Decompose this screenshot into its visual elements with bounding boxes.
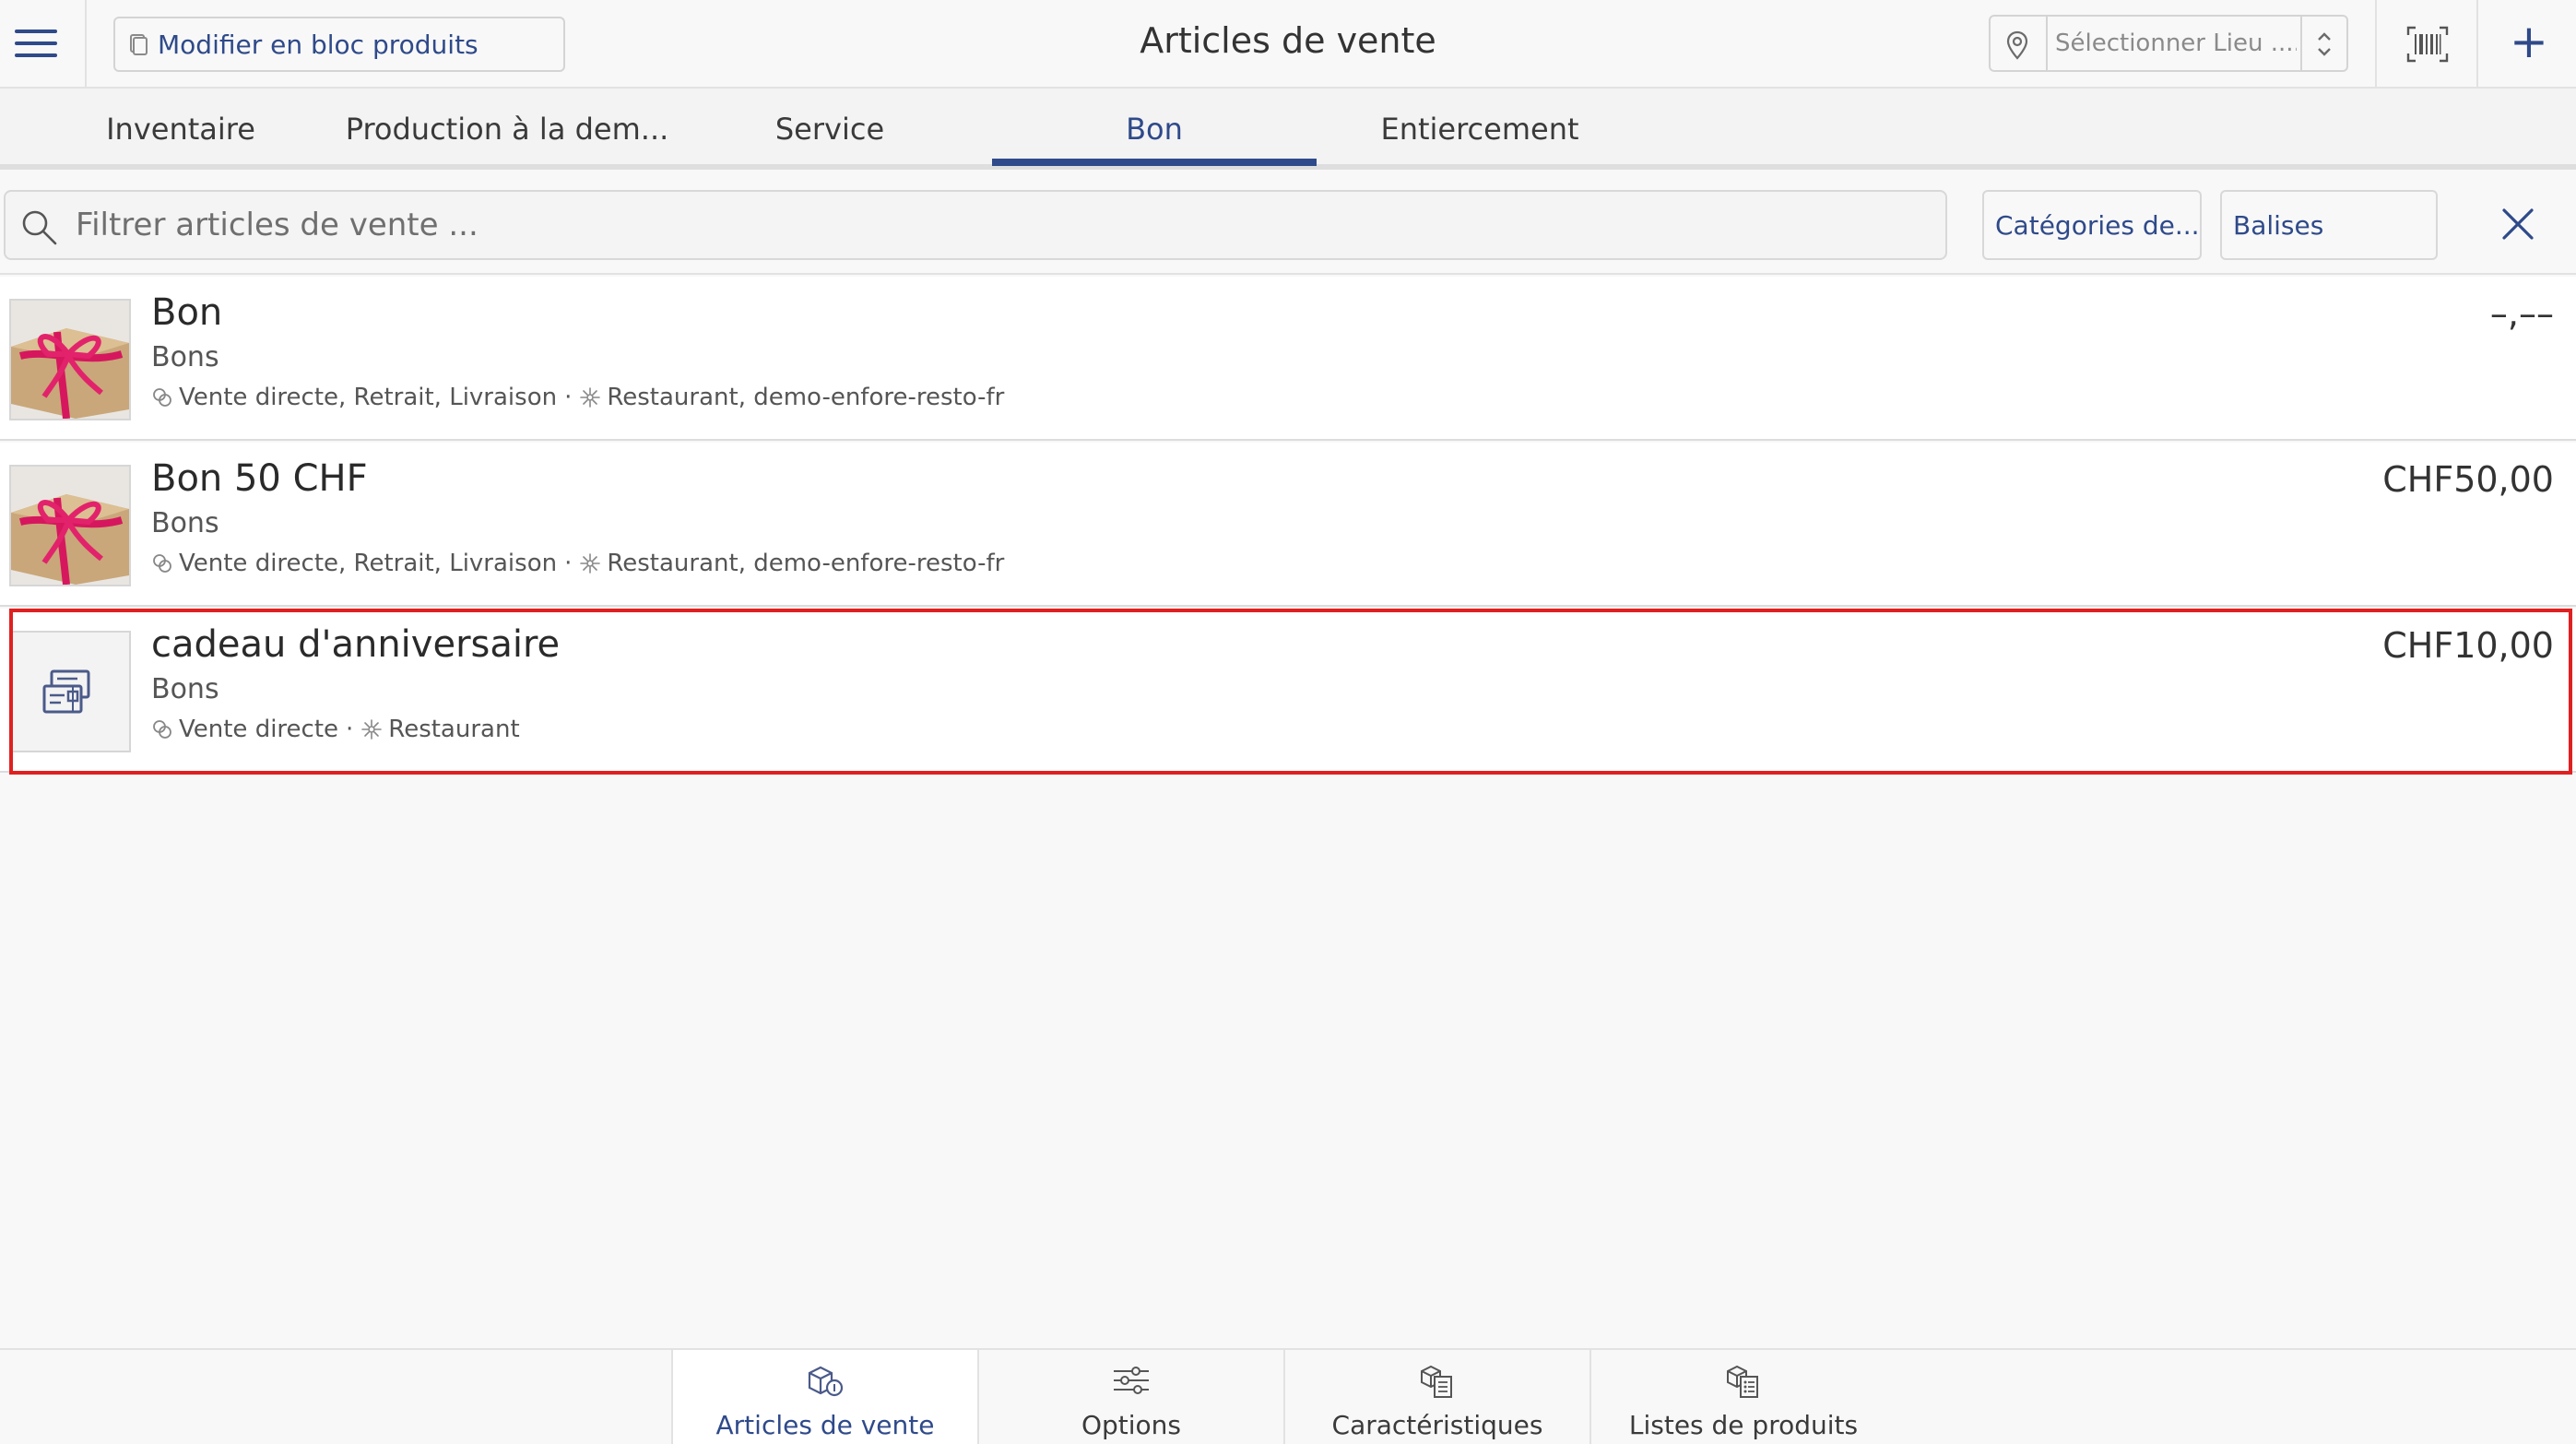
sales-items-icon <box>808 1366 844 1397</box>
add-item-button[interactable]: + <box>2510 18 2548 66</box>
sales-channel-icon <box>153 388 171 407</box>
item-title: Bon 50 CHF <box>151 457 368 500</box>
search-input[interactable] <box>76 199 1827 251</box>
gift-photo-thumbnail <box>9 299 131 420</box>
item-title: cadeau d'anniversaire <box>151 623 561 666</box>
location-placeholder: Sélectionner Lieu ...... <box>2055 30 2297 57</box>
item-price: –,–– <box>2489 293 2554 334</box>
item-locations: Restaurant, demo-enfore-resto-fr <box>607 550 1005 577</box>
list-item[interactable]: Bon 50 CHF Bons Vente directe, Retrait, … <box>0 443 2576 607</box>
location-select-divider <box>2046 17 2048 70</box>
features-icon <box>1421 1365 1452 1398</box>
category-tabs: Inventaire Production à la dem... Servic… <box>0 89 2576 170</box>
item-locations: Restaurant <box>388 716 520 743</box>
gift-photo-thumbnail <box>9 465 131 586</box>
sliders-icon <box>1114 1367 1149 1394</box>
bottom-nav-label: Caractéristiques <box>1331 1410 1543 1440</box>
bottom-nav-label: Articles de vente <box>715 1410 935 1440</box>
item-meta: Vente directe, Retrait, Livraison · Rest… <box>151 550 1004 577</box>
item-category: Bons <box>151 507 219 539</box>
tab-bon[interactable]: Bon <box>992 89 1317 170</box>
bottom-nav-sales-items[interactable]: Articles de vente <box>671 1350 977 1444</box>
item-meta: Vente directe · Restaurant <box>151 716 520 743</box>
search-box <box>4 190 1947 260</box>
barcode-scan-icon[interactable] <box>2406 26 2449 63</box>
bottom-nav-label: Listes de produits <box>1628 1410 1859 1440</box>
chevron-up-down-icon <box>2318 32 2331 56</box>
location-pin-icon <box>2006 30 2028 60</box>
product-lists-icon <box>1727 1365 1758 1398</box>
item-channels: Vente directe, Retrait, Livraison <box>179 550 558 577</box>
categories-filter-button[interactable]: Catégories de... <box>1982 190 2202 260</box>
gift-box-icon <box>11 467 129 585</box>
sales-channel-icon <box>153 554 171 573</box>
meta-separator: · <box>564 384 573 411</box>
list-item[interactable]: cadeau d'anniversaire Bons Vente directe… <box>0 609 2576 773</box>
location-select[interactable]: Sélectionner Lieu ...... <box>1989 15 2348 72</box>
item-channels: Vente directe <box>179 716 339 743</box>
item-price: CHF10,00 <box>2382 625 2554 666</box>
tab-inventaire[interactable]: Inventaire <box>70 89 291 170</box>
top-bar: Modifier en bloc produits Articles de ve… <box>0 0 2576 89</box>
meta-separator: · <box>564 550 573 577</box>
voucher-thumbnail <box>9 631 131 752</box>
filter-bar: Catégories de... Balises <box>0 175 2576 275</box>
bottom-nav-options[interactable]: Options <box>977 1350 1283 1444</box>
tags-filter-button[interactable]: Balises <box>2220 190 2438 260</box>
search-icon <box>22 210 57 245</box>
item-locations: Restaurant, demo-enfore-resto-fr <box>607 384 1005 411</box>
bottom-nav-features[interactable]: Caractéristiques <box>1283 1350 1589 1444</box>
tab-entiercement[interactable]: Entiercement <box>1365 89 1595 170</box>
item-category: Bons <box>151 341 219 373</box>
header-divider <box>2375 0 2377 89</box>
meta-separator: · <box>346 716 354 743</box>
active-tab-indicator <box>992 159 1317 166</box>
item-title: Bon <box>151 291 223 334</box>
close-icon[interactable] <box>2499 205 2537 243</box>
bottom-nav-label: Options <box>1081 1410 1182 1440</box>
location-flower-icon <box>580 387 601 408</box>
bottom-navigation: Articles de vente Options Caractéristiqu… <box>0 1348 2576 1444</box>
tab-service[interactable]: Service <box>719 89 940 170</box>
bottom-nav-product-lists[interactable]: Listes de produits <box>1589 1350 1896 1444</box>
header-divider <box>2476 0 2478 89</box>
location-flower-icon <box>361 719 383 740</box>
tab-production[interactable]: Production à la dem... <box>346 89 669 170</box>
item-category: Bons <box>151 673 219 705</box>
location-flower-icon <box>580 553 601 574</box>
sales-channel-icon <box>153 720 171 739</box>
item-price: CHF50,00 <box>2382 459 2554 500</box>
voucher-icon <box>42 669 90 714</box>
item-meta: Vente directe, Retrait, Livraison · Rest… <box>151 384 1004 411</box>
list-item[interactable]: Bon Bons Vente directe, Retrait, Livrais… <box>0 277 2576 441</box>
gift-box-icon <box>11 301 129 419</box>
item-channels: Vente directe, Retrait, Livraison <box>179 384 558 411</box>
location-select-divider-right <box>2300 17 2302 70</box>
